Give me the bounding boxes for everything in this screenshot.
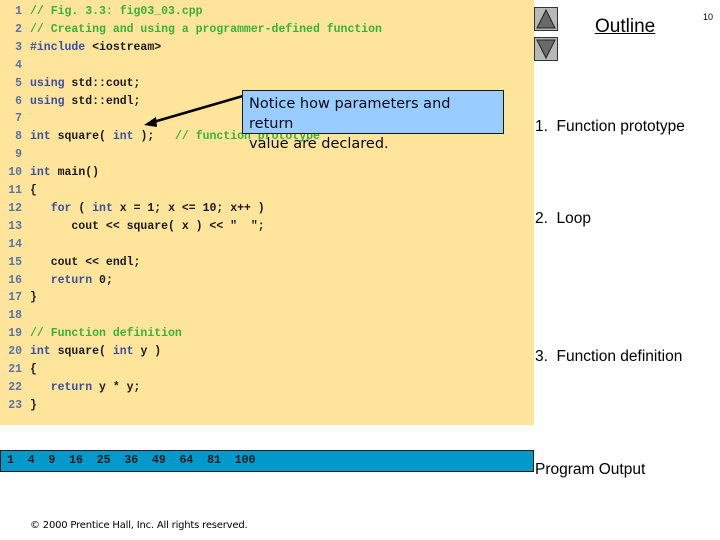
outline-item-function-prototype: 1. Function prototype (535, 118, 685, 135)
copyright-notice: © 2000 Prentice Hall, Inc. All rights re… (30, 520, 248, 531)
arrow-head-icon (144, 117, 157, 127)
page-number: 10 (703, 12, 714, 22)
outline-item-loop: 2. Loop (535, 210, 592, 227)
callout-line-2: value are declared. (249, 136, 389, 152)
program-output-panel: 1 4 9 16 25 36 49 64 81 100 (0, 450, 534, 472)
program-output-label: Program Output (535, 461, 646, 478)
outline-item-function-definition: 3. Function definition (535, 348, 683, 365)
outline-title[interactable]: Outline (595, 16, 655, 38)
triangle-down-icon (536, 39, 556, 60)
previous-slide-button[interactable] (534, 7, 558, 31)
arrow-line (149, 94, 244, 125)
callout-line-1: Notice how parameters and return (249, 96, 451, 132)
program-output-text: 1 4 9 16 25 36 49 64 81 100 (7, 454, 256, 467)
triangle-up-icon (536, 8, 556, 29)
callout-box: Notice how parameters and return value a… (242, 90, 504, 152)
next-slide-button[interactable] (534, 37, 558, 61)
